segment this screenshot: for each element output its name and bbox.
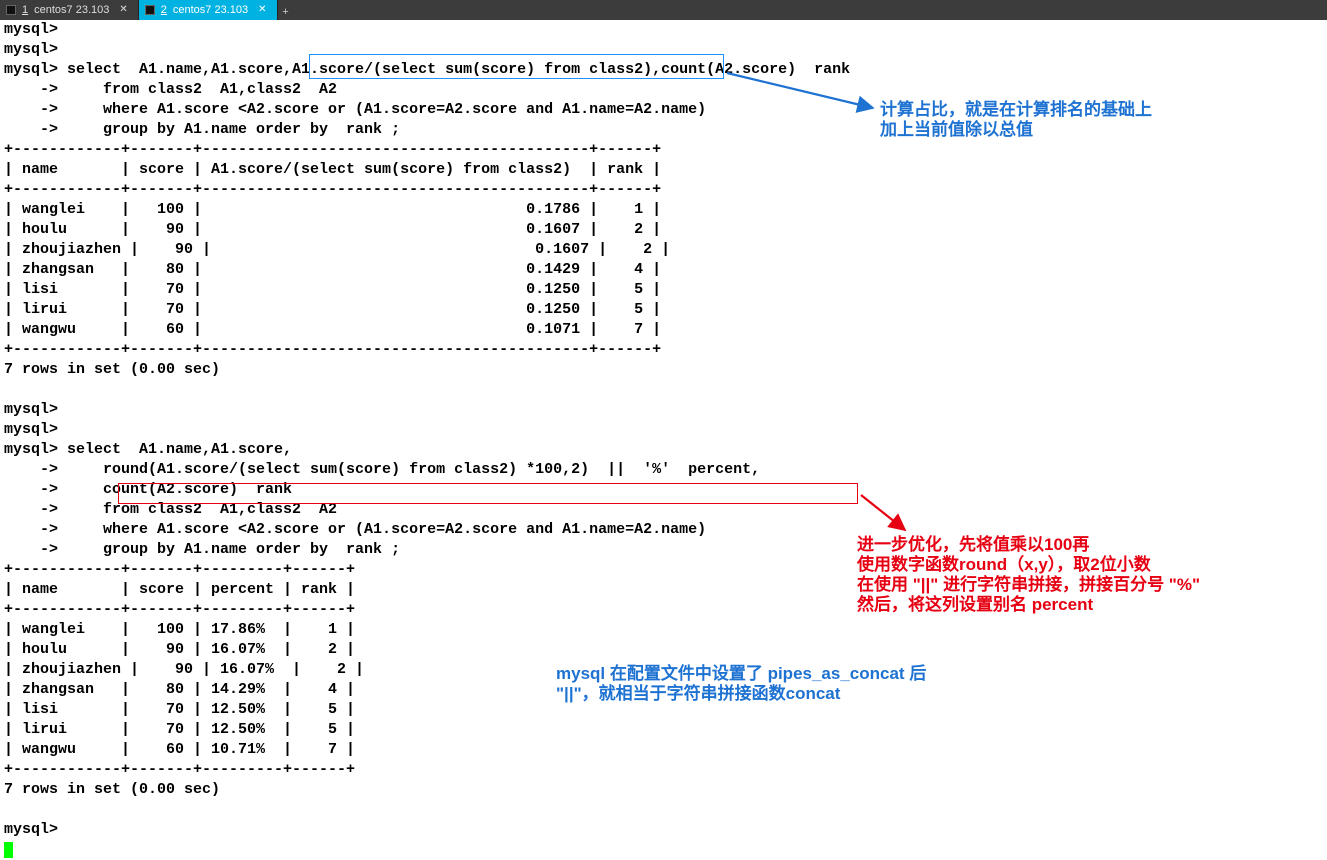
table-row: | wangwu | 60 | 10.71% | 7 | xyxy=(4,741,355,758)
prompt: mysql> xyxy=(4,401,58,418)
annotation-red: 进一步优化，先将值乘以100再 使用数字函数round（x,y），取2位小数 在… xyxy=(857,535,1200,615)
tab-bar: 1 centos7 23.103 ✕ 2 centos7 23.103 ✕ + xyxy=(0,0,1327,20)
annotation-line: 进一步优化，先将值乘以100再 xyxy=(857,535,1200,555)
table-row: | lirui | 70 | 12.50% | 5 | xyxy=(4,721,355,738)
annotation-line: 使用数字函数round（x,y），取2位小数 xyxy=(857,555,1200,575)
blank-line xyxy=(4,801,13,818)
table-header: | name | score | A1.score/(select sum(sc… xyxy=(4,161,661,178)
table-row: | houlu | 90 | 0.1607 | 2 | xyxy=(4,221,661,238)
table-separator: +------------+-------+------------------… xyxy=(4,141,661,158)
prompt: mysql> xyxy=(4,41,58,58)
table-row: | lirui | 70 | 0.1250 | 5 | xyxy=(4,301,661,318)
table-row: | lisi | 70 | 0.1250 | 5 | xyxy=(4,281,661,298)
annotation-line: "||"，就相当于字符串拼接函数concat xyxy=(556,684,926,704)
table-row: | zhoujiazhen | 90 | 16.07% | 2 | xyxy=(4,661,364,678)
tab-label: centos7 23.103 xyxy=(173,0,248,20)
tab-number: 2 xyxy=(161,0,167,20)
result-summary: 7 rows in set (0.00 sec) xyxy=(4,781,220,798)
table-row: | zhangsan | 80 | 0.1429 | 4 | xyxy=(4,261,661,278)
sql-line: -> where A1.score <A2.score or (A1.score… xyxy=(4,101,706,118)
table-row: | wanglei | 100 | 17.86% | 1 | xyxy=(4,621,355,638)
sql-line: -> from class2 A1,class2 A2 xyxy=(4,501,337,518)
table-row: | wanglei | 100 | 0.1786 | 1 | xyxy=(4,201,661,218)
table-row: | zhangsan | 80 | 14.29% | 4 | xyxy=(4,681,355,698)
annotation-blue-bottom: mysql 在配置文件中设置了 pipes_as_concat 后 "||"，就… xyxy=(556,664,926,704)
tab-2[interactable]: 2 centos7 23.103 ✕ xyxy=(139,0,278,20)
sql-line: mysql> select A1.name,A1.score,A1.score/… xyxy=(4,61,850,78)
annotation-line: mysql 在配置文件中设置了 pipes_as_concat 后 xyxy=(556,664,926,684)
table-row: | wangwu | 60 | 0.1071 | 7 | xyxy=(4,321,661,338)
table-header: | name | score | percent | rank | xyxy=(4,581,355,598)
prompt-current: mysql> xyxy=(4,821,67,838)
sql-line: -> round(A1.score/(select sum(score) fro… xyxy=(4,461,760,478)
tab-1[interactable]: 1 centos7 23.103 ✕ xyxy=(0,0,139,20)
table-row: | zhoujiazhen | 90 | 0.1607 | 2 | xyxy=(4,241,670,258)
close-icon[interactable]: ✕ xyxy=(258,0,266,20)
sql-line: -> group by A1.name order by rank ; xyxy=(4,541,400,558)
table-row: | houlu | 90 | 16.07% | 2 | xyxy=(4,641,355,658)
annotation-line: 然后，将这列设置别名 percent xyxy=(857,595,1200,615)
cursor xyxy=(4,842,13,858)
annotation-line: 计算占比，就是在计算排名的基础上 xyxy=(880,100,1152,120)
sql-line: -> from class2 A1,class2 A2 xyxy=(4,81,337,98)
result-summary: 7 rows in set (0.00 sec) xyxy=(4,361,220,378)
blank-line xyxy=(4,381,13,398)
annotation-blue: 计算占比，就是在计算排名的基础上 加上当前值除以总值 xyxy=(880,100,1152,140)
sql-line: mysql> select A1.name,A1.score, xyxy=(4,441,292,458)
prompt: mysql> xyxy=(4,421,58,438)
terminal-output[interactable]: mysql> mysql> mysql> select A1.name,A1.s… xyxy=(0,20,1327,860)
table-separator: +------------+-------+---------+------+ xyxy=(4,761,355,778)
table-separator: +------------+-------+------------------… xyxy=(4,181,661,198)
close-icon[interactable]: ✕ xyxy=(119,0,127,20)
sql-line: -> count(A2.score) rank xyxy=(4,481,292,498)
terminal-icon xyxy=(145,5,155,15)
annotation-line: 加上当前值除以总值 xyxy=(880,120,1152,140)
sql-line: -> where A1.score <A2.score or (A1.score… xyxy=(4,521,706,538)
tab-label: centos7 23.103 xyxy=(34,0,109,20)
tab-number: 1 xyxy=(22,0,28,20)
new-tab-button[interactable]: + xyxy=(278,0,294,20)
table-separator: +------------+-------+------------------… xyxy=(4,341,661,358)
annotation-line: 在使用 "||" 进行字符串拼接，拼接百分号 "%" xyxy=(857,575,1200,595)
prompt: mysql> xyxy=(4,21,58,38)
table-separator: +------------+-------+---------+------+ xyxy=(4,601,355,618)
sql-line: -> group by A1.name order by rank ; xyxy=(4,121,400,138)
table-row: | lisi | 70 | 12.50% | 5 | xyxy=(4,701,355,718)
terminal-icon xyxy=(6,5,16,15)
table-separator: +------------+-------+---------+------+ xyxy=(4,561,355,578)
